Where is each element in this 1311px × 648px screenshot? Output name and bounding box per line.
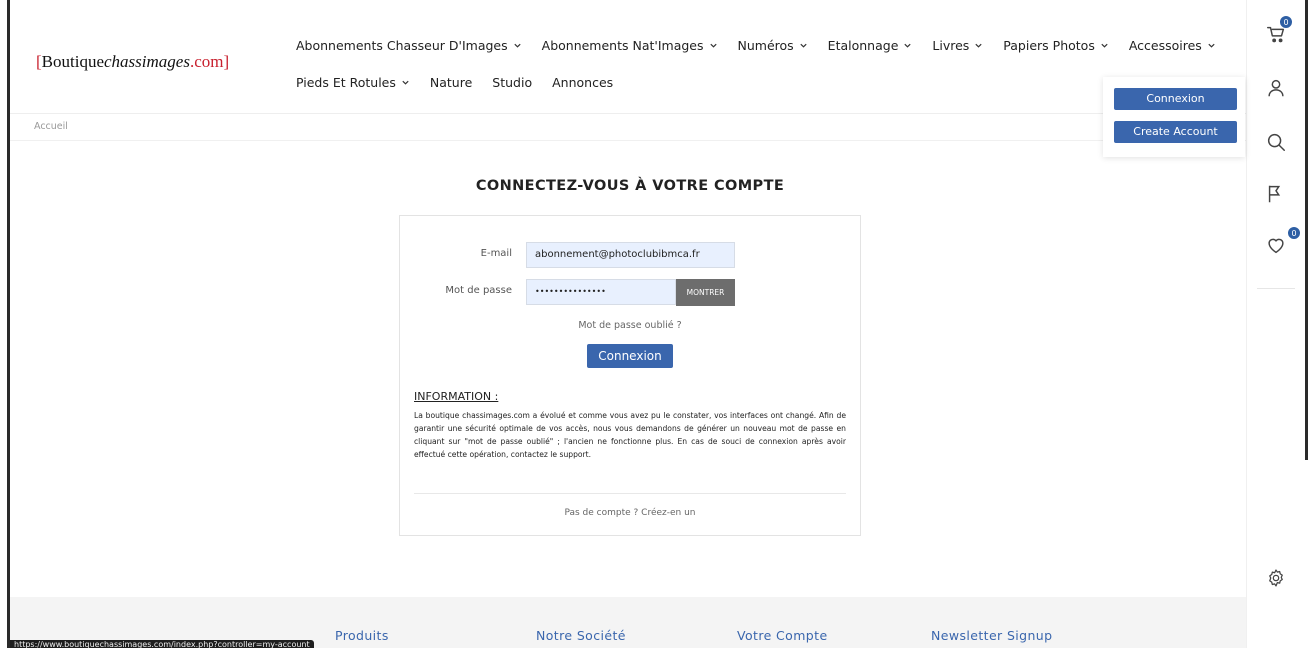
right-sidebar: 0 0 <box>1246 0 1304 648</box>
nav-item-row2-2[interactable]: Studio <box>492 75 532 90</box>
breadcrumb-divider <box>10 140 1246 141</box>
nav-item-label: Etalonnage <box>827 37 899 53</box>
chevron-down-icon <box>800 43 807 48</box>
site-logo[interactable]: [Boutiquechassimages.com] <box>36 52 229 72</box>
chevron-down-icon <box>1101 43 1108 48</box>
footer-heading-account: Votre Compte <box>737 628 828 643</box>
login-form: E-mail abonnement@photoclubibmca.fr Mot … <box>399 215 861 536</box>
nav-item-label: Livres <box>932 37 970 53</box>
search-icon[interactable] <box>1265 131 1287 153</box>
nav-item-label: Abonnements Chasseur D'Images <box>296 37 508 53</box>
breadcrumb[interactable]: Accueil <box>34 121 68 132</box>
logo-brand: Boutique <box>41 52 105 71</box>
login-button[interactable]: Connexion <box>587 344 673 368</box>
nav-item-label: Annonces <box>552 74 614 90</box>
nav-item-row1-5[interactable]: Papiers Photos <box>1003 38 1109 53</box>
nav-item-label: Papiers Photos <box>1003 37 1095 53</box>
nav-item-row2-1[interactable]: Nature <box>430 75 472 90</box>
dropdown-login-button[interactable]: Connexion <box>1114 88 1237 110</box>
nav-item-label: Abonnements Nat'Images <box>541 37 704 53</box>
flag-icon[interactable] <box>1265 183 1287 205</box>
nav-item-row2-0[interactable]: Pieds Et Rotules <box>296 75 410 90</box>
page: [Boutiquechassimages.com] Abonnements Ch… <box>0 0 1311 648</box>
logo-domain: .com] <box>189 52 230 71</box>
status-bar-url: https://www.boutiquechassimages.com/inde… <box>10 640 314 648</box>
header-divider <box>10 113 1246 114</box>
nav-row-1: Abonnements Chasseur D'Images Abonnements… <box>296 36 1215 54</box>
footer-heading-products: Produits <box>335 628 389 643</box>
nav-item-row1-6[interactable]: Accessoires <box>1129 38 1216 53</box>
form-divider <box>414 493 846 494</box>
main-nav: Abonnements Chasseur D'Images Abonnements… <box>296 36 1215 110</box>
info-text: La boutique chassimages.com a évolué et … <box>414 411 846 459</box>
heart-icon[interactable] <box>1265 234 1287 256</box>
footer-heading-newsletter: Newsletter Signup <box>931 628 1053 643</box>
sidebar-divider <box>1257 288 1295 289</box>
chevron-down-icon <box>514 43 521 48</box>
show-password-button[interactable]: MONTRER <box>676 279 735 306</box>
cart-count-badge: 0 <box>1279 15 1293 29</box>
user-icon[interactable] <box>1265 77 1287 99</box>
email-label: E-mail <box>480 248 512 259</box>
nav-item-row1-1[interactable]: Abonnements Nat'Images <box>542 38 718 53</box>
nav-item-row2-3[interactable]: Annonces <box>552 75 613 90</box>
nav-item-row1-0[interactable]: Abonnements Chasseur D'Images <box>296 38 522 53</box>
chevron-down-icon <box>1208 43 1215 48</box>
breadcrumb-home[interactable]: Accueil <box>34 121 68 132</box>
page-title: CONNECTEZ-VOUS À VOTRE COMPTE <box>475 178 785 194</box>
nav-item-row1-2[interactable]: Numéros <box>738 38 808 53</box>
nav-item-label: Numéros <box>737 37 794 53</box>
logo-italic: chassimages <box>104 52 190 71</box>
nav-item-label: Studio <box>492 74 533 90</box>
info-heading: INFORMATION : <box>414 390 499 403</box>
chevron-down-icon <box>709 43 717 48</box>
chevron-down-icon <box>975 43 982 48</box>
password-field[interactable]: ••••••••••••••• <box>526 279 676 305</box>
nav-item-label: Pieds Et Rotules <box>296 74 396 90</box>
create-account-link[interactable]: Pas de compte ? Créez-en un <box>400 508 860 518</box>
window-edge-left <box>7 0 10 648</box>
nav-item-row1-4[interactable]: Livres <box>932 38 983 53</box>
email-field[interactable]: abonnement@photoclubibmca.fr <box>526 242 735 268</box>
chevron-down-icon <box>904 43 912 48</box>
forgot-password-link[interactable]: Mot de passe oublié ? <box>400 320 860 331</box>
nav-item-label: Accessoires <box>1128 37 1202 53</box>
nav-item-row1-3[interactable]: Etalonnage <box>828 38 913 53</box>
footer-heading-company: Notre Société <box>536 628 626 643</box>
account-dropdown: Connexion Create Account <box>1103 77 1245 157</box>
gear-icon[interactable] <box>1266 568 1286 588</box>
scrollbar[interactable] <box>1305 0 1308 460</box>
chevron-down-icon <box>402 80 409 85</box>
dropdown-create-account-button[interactable]: Create Account <box>1114 121 1237 143</box>
nav-row-2: Pieds Et Rotules Nature Studio Annonces <box>296 73 1196 91</box>
nav-item-label: Nature <box>429 74 473 90</box>
password-label: Mot de passe <box>445 285 512 296</box>
wishlist-count-badge: 0 <box>1287 226 1301 240</box>
